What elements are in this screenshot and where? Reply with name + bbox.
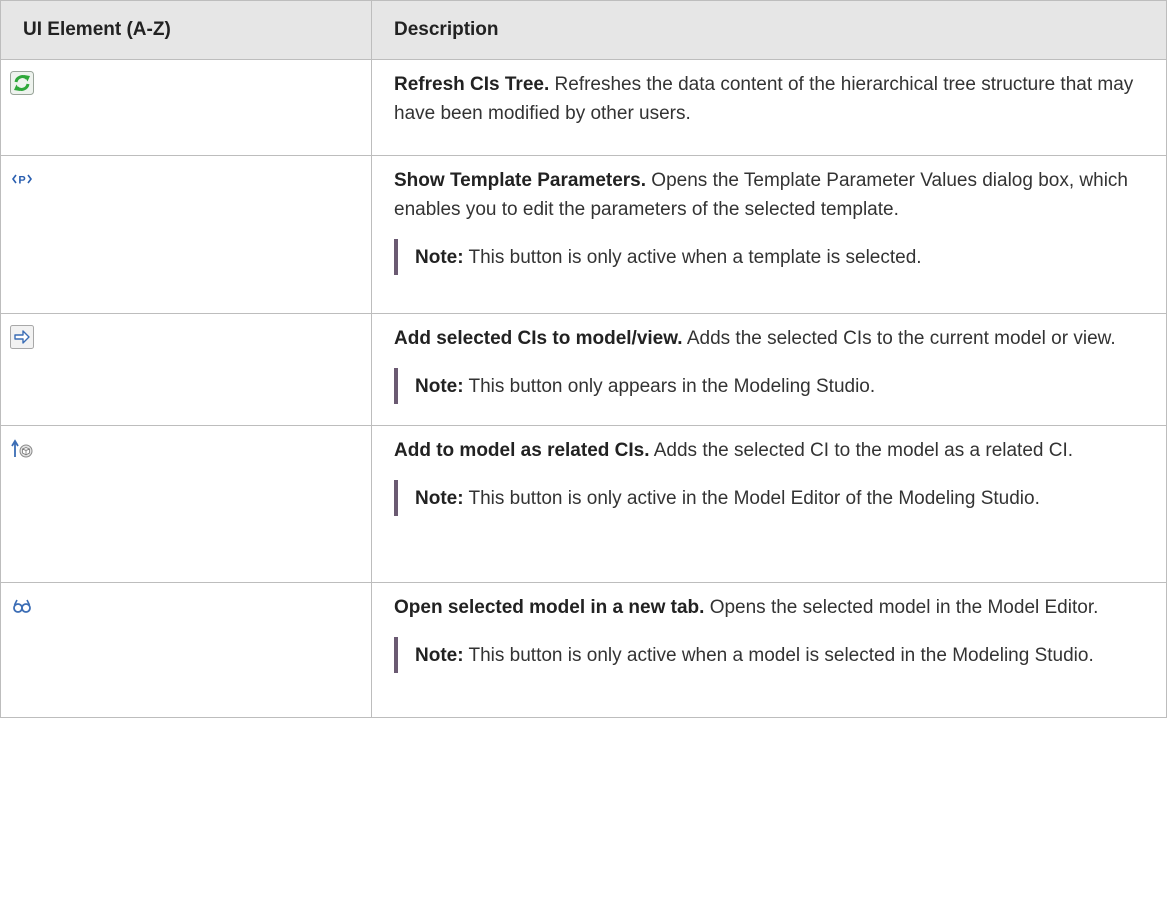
element-description: Opens the selected model in the Model Ed… bbox=[704, 597, 1099, 618]
table-row: Add to model as related CIs. Adds the se… bbox=[0, 425, 1167, 583]
table-row: Open selected model in a new tab. Opens … bbox=[0, 582, 1167, 718]
column-header-description: Description bbox=[371, 0, 1167, 60]
refresh-icon bbox=[10, 71, 34, 95]
note-callout: Note: This button only appears in the Mo… bbox=[394, 368, 1152, 404]
ui-element-cell bbox=[0, 313, 372, 426]
description-text: Add selected CIs to model/view. Adds the… bbox=[394, 324, 1152, 353]
note-label: Note: bbox=[415, 488, 464, 509]
element-description: Adds the selected CIs to the current mod… bbox=[682, 328, 1116, 349]
add-to-model-arrow-icon bbox=[10, 325, 34, 349]
table-row: Refresh CIs Tree. Refreshes the data con… bbox=[0, 59, 1167, 156]
column-header-ui-element: UI Element (A-Z) bbox=[0, 0, 372, 60]
description-text: Show Template Parameters. Opens the Temp… bbox=[394, 166, 1152, 224]
element-title: Show Template Parameters. bbox=[394, 170, 647, 191]
note-label: Note: bbox=[415, 645, 464, 666]
ui-elements-table: UI Element (A-Z) Description Refresh CIs… bbox=[0, 0, 1167, 718]
element-description: Adds the selected CI to the model as a r… bbox=[649, 440, 1074, 461]
description-cell: Add to model as related CIs. Adds the se… bbox=[371, 425, 1167, 583]
description-text: Add to model as related CIs. Adds the se… bbox=[394, 436, 1152, 465]
note-text: This button is only active when a templa… bbox=[463, 247, 922, 268]
note-text: This button is only active in the Model … bbox=[463, 488, 1040, 509]
template-parameters-icon: P bbox=[10, 167, 34, 191]
description-text: Refresh CIs Tree. Refreshes the data con… bbox=[394, 70, 1152, 128]
element-title: Open selected model in a new tab. bbox=[394, 597, 705, 618]
description-cell: Refresh CIs Tree. Refreshes the data con… bbox=[371, 59, 1167, 156]
ui-element-cell bbox=[0, 59, 372, 156]
table-row: Add selected CIs to model/view. Adds the… bbox=[0, 313, 1167, 426]
note-callout: Note: This button is only active when a … bbox=[394, 637, 1152, 673]
element-title: Add selected CIs to model/view. bbox=[394, 328, 683, 349]
description-cell: Open selected model in a new tab. Opens … bbox=[371, 582, 1167, 718]
note-text: This button only appears in the Modeling… bbox=[463, 376, 876, 397]
add-related-ci-icon bbox=[10, 437, 34, 461]
element-title: Refresh CIs Tree. bbox=[394, 74, 550, 95]
note-callout: Note: This button is only active when a … bbox=[394, 239, 1152, 275]
open-model-new-tab-icon bbox=[10, 594, 34, 618]
ui-element-cell: P bbox=[0, 155, 372, 314]
note-label: Note: bbox=[415, 376, 464, 397]
description-text: Open selected model in a new tab. Opens … bbox=[394, 593, 1152, 622]
table-row: P Show Template Parameters. Opens the Te… bbox=[0, 155, 1167, 314]
note-label: Note: bbox=[415, 247, 464, 268]
element-title: Add to model as related CIs. bbox=[394, 440, 650, 461]
ui-element-cell bbox=[0, 425, 372, 583]
note-text: This button is only active when a model … bbox=[463, 645, 1094, 666]
table-header-row: UI Element (A-Z) Description bbox=[0, 0, 1167, 60]
description-cell: Add selected CIs to model/view. Adds the… bbox=[371, 313, 1167, 426]
note-callout: Note: This button is only active in the … bbox=[394, 480, 1152, 516]
svg-text:P: P bbox=[18, 175, 25, 187]
ui-element-cell bbox=[0, 582, 372, 718]
description-cell: Show Template Parameters. Opens the Temp… bbox=[371, 155, 1167, 314]
